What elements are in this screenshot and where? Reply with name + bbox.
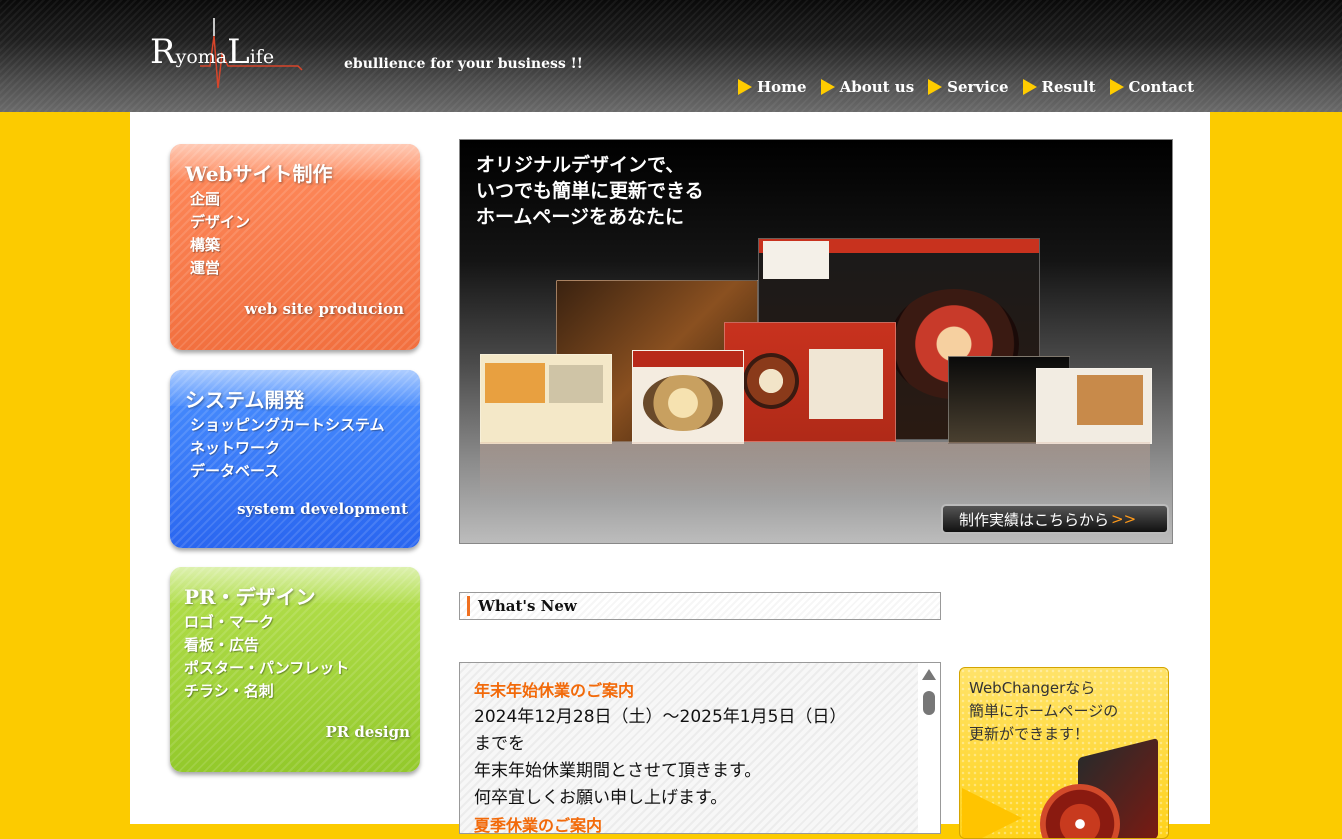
- card-title: PR・デザイン: [184, 585, 316, 609]
- view-results-button[interactable]: 制作実績はこちらから >>: [941, 504, 1169, 534]
- card-title: システム開発: [185, 388, 305, 412]
- nav-home[interactable]: Home: [738, 78, 807, 96]
- banner-line: ホームページをあなたに: [476, 206, 685, 228]
- nav-contact[interactable]: Contact: [1109, 78, 1195, 96]
- triangle-arrow-icon: [820, 79, 835, 95]
- webchanger-line: 簡単にホームページの: [969, 702, 1119, 720]
- web-site-production-card[interactable]: Webサイト制作 企画 デザイン 構築 運営 web site producio…: [170, 144, 420, 350]
- banner-line: オリジナルデザインで、: [476, 154, 685, 176]
- nav-about-us[interactable]: About us: [820, 78, 915, 96]
- card-subtitle: web site producion: [244, 300, 404, 318]
- news-entry-line: 2024年12月28日（土）～2025年1月5日（日）: [474, 707, 847, 727]
- webchanger-banner[interactable]: WebChangerなら 簡単にホームページの 更新ができます！: [959, 667, 1169, 839]
- card-item: データベース: [190, 462, 280, 480]
- nav-home-label: Home: [757, 78, 807, 96]
- card-item: ロゴ・マーク: [184, 613, 275, 631]
- logo-letter-r: R: [150, 32, 176, 72]
- yellow-arrow-graphic: [962, 788, 1022, 838]
- card-item: ポスター・パンフレット: [184, 659, 350, 677]
- card-item: 企画: [190, 190, 221, 208]
- cafe-banner-block: [485, 363, 545, 403]
- pr-design-card[interactable]: PR・デザイン ロゴ・マーク 看板・広告 ポスター・パンフレット チラシ・名刺 …: [170, 567, 420, 772]
- card-item: 看板・広告: [184, 636, 260, 654]
- view-results-label: 制作実績はこちらから: [959, 510, 1110, 529]
- bakery-site-screenshot: [1036, 368, 1152, 444]
- triangle-arrow-icon: [928, 79, 943, 95]
- ramen-bowl-image: [643, 375, 723, 431]
- double-chevron-right-icon: >>: [1111, 510, 1137, 528]
- triangle-arrow-icon: [1022, 79, 1037, 95]
- bakery-photo-block: [1077, 375, 1143, 425]
- tagline: ebullience for your business !!: [344, 56, 583, 72]
- news-entry-line: までを: [474, 734, 525, 754]
- triangle-arrow-icon: [738, 79, 752, 95]
- collage-reflection: [480, 442, 1150, 502]
- ramen-site-screenshot: [632, 350, 744, 444]
- system-development-card[interactable]: システム開発 ショッピングカートシステム ネットワーク データベース syste…: [170, 370, 420, 548]
- card-item: 運営: [190, 259, 221, 277]
- card-item: ネットワーク: [190, 439, 281, 457]
- heading-accent-bar: [467, 596, 470, 616]
- card-subtitle: PR design: [325, 723, 410, 741]
- banner-line: いつでも簡単に更新できる: [476, 180, 704, 202]
- nav-result[interactable]: Result: [1022, 78, 1096, 96]
- card-item: ショッピングカートシステム: [190, 416, 385, 434]
- news-scrollbar[interactable]: [918, 663, 940, 833]
- whats-new-heading: What's New: [459, 592, 941, 620]
- triangle-arrow-icon: [1109, 79, 1124, 95]
- scroll-thumb[interactable]: [923, 691, 935, 715]
- card-item-list: ロゴ・マーク 看板・広告 ポスター・パンフレット チラシ・名刺: [184, 611, 349, 703]
- news-entry-title: 夏季休業のご案内: [474, 816, 603, 834]
- nav-result-label: Result: [1041, 78, 1096, 96]
- nav-service-label: Service: [947, 78, 1009, 96]
- card-item: チラシ・名刺: [184, 682, 274, 700]
- news-content: 年末年始休業のご案内 2024年12月28日（土）～2025年1月5日（日） ま…: [474, 677, 914, 834]
- card-item: デザイン: [190, 213, 251, 231]
- logo-text-ife: ife: [249, 46, 275, 68]
- red-site-screenshot: [724, 322, 896, 442]
- content-panel: Webサイト制作 企画 デザイン 構築 運営 web site producio…: [130, 112, 1210, 839]
- ryomalife-logo[interactable]: RyomaLife: [148, 18, 308, 102]
- main-nav: Home About us Service Result Contact: [738, 78, 1208, 96]
- card-title: Webサイト制作: [185, 162, 333, 186]
- webchanger-line: WebChangerなら: [969, 679, 1096, 697]
- news-box: 年末年始休業のご案内 2024年12月28日（土）～2025年1月5日（日） ま…: [459, 662, 941, 834]
- hero-banner: オリジナルデザインで、 いつでも簡単に更新できる ホームページをあなたに 制作実…: [459, 139, 1173, 544]
- text-block: [809, 349, 883, 419]
- banner-headline: オリジナルデザインで、 いつでも簡単に更新できる ホームページをあなたに: [476, 152, 704, 230]
- card-item-list: 企画 デザイン 構築 運営: [190, 188, 250, 280]
- nav-about-us-label: About us: [839, 78, 915, 96]
- site-header: RyomaLife ebullience for your business !…: [0, 0, 1342, 112]
- dish-image: [743, 353, 799, 409]
- news-entry-title: 年末年始休業のご案内: [474, 681, 635, 700]
- card-item-list: ショッピングカートシステム ネットワーク データベース: [190, 414, 385, 483]
- webchanger-text: WebChangerなら 簡単にホームページの 更新ができます！: [969, 677, 1118, 746]
- nav-service[interactable]: Service: [928, 78, 1009, 96]
- nav-contact-label: Contact: [1128, 78, 1195, 96]
- screenshot-header-bar: [633, 351, 743, 367]
- webchanger-line: 更新ができます！: [969, 725, 1090, 743]
- news-entry-line: 何卒宜しくお願い申し上げます。: [474, 788, 728, 808]
- whats-new-title: What's New: [478, 597, 577, 615]
- news-entry-line: 年末年始休業期間とさせて頂きます。: [474, 761, 762, 781]
- cafe-photo-block: [549, 365, 603, 403]
- logo-text-yoma: yoma: [175, 46, 228, 68]
- scroll-up-arrow-icon[interactable]: [922, 669, 936, 680]
- screenshot-logo-block: [763, 241, 829, 279]
- logo-letter-l: L: [227, 32, 250, 72]
- cafe-site-screenshot: [480, 354, 612, 444]
- card-subtitle: system development: [237, 500, 408, 518]
- card-item: 構築: [190, 236, 221, 254]
- logo-wordmark: RyomaLife: [150, 32, 274, 72]
